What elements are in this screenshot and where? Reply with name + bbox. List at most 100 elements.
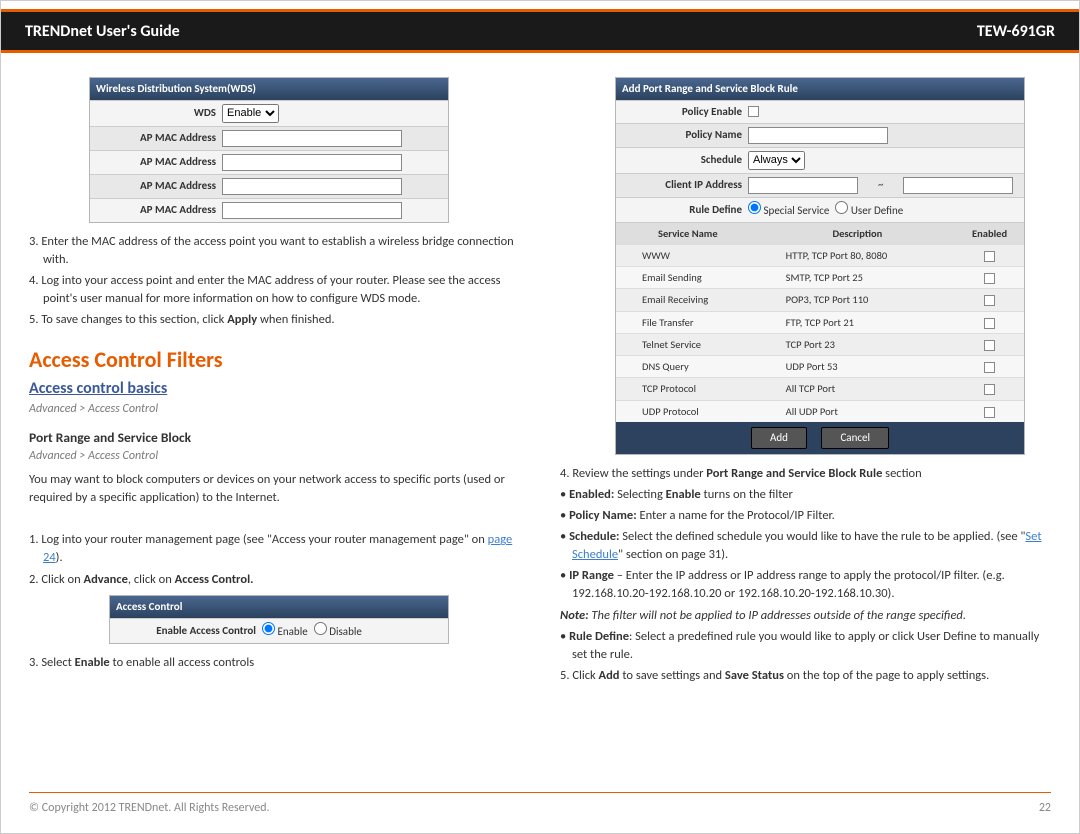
note-b: Note: xyxy=(560,608,589,623)
footer: © Copyright 2012 TRENDnet. All Rights Re… xyxy=(29,792,1051,815)
wds-label: WDS xyxy=(96,105,216,121)
right-column: Add Port Range and Service Block Rule Po… xyxy=(560,71,1051,688)
copyright: © Copyright 2012 TRENDnet. All Rights Re… xyxy=(29,801,270,815)
r-step4-pre: 4. Review the settings under xyxy=(560,466,706,481)
mac-input-1[interactable] xyxy=(222,130,402,147)
ac-enable-opt[interactable]: Enable xyxy=(262,622,308,640)
svc-name: Email Receiving xyxy=(616,289,760,311)
mac-input-4[interactable] xyxy=(222,202,402,219)
step-b2-b2: Access Control. xyxy=(175,572,254,587)
svc-checkbox[interactable] xyxy=(984,295,995,306)
mac-label-4: AP MAC Address xyxy=(96,202,216,218)
lbl-policy-name: Policy Name xyxy=(622,127,742,143)
r-step5-b2: Save Status xyxy=(725,668,784,683)
radio-user[interactable] xyxy=(835,201,848,214)
page-number: 22 xyxy=(1039,801,1051,815)
svc-desc: SMTP, TCP Port 25 xyxy=(760,267,955,289)
step-b1-post: ). xyxy=(56,550,63,565)
tilde: ~ xyxy=(864,177,897,193)
doc-model: TEW-691GR xyxy=(977,22,1055,41)
svc-checkbox[interactable] xyxy=(984,273,995,284)
svc-checkbox[interactable] xyxy=(984,318,995,329)
schedule-select[interactable]: Always xyxy=(748,151,805,170)
service-table: Service Name Description Enabled WWWHTTP… xyxy=(616,222,1024,422)
svc-checkbox[interactable] xyxy=(984,251,995,262)
radio-special[interactable] xyxy=(748,201,761,214)
policy-enable-checkbox[interactable] xyxy=(748,106,759,117)
bul-ip-b: IP Range xyxy=(569,568,614,583)
svc-checkbox[interactable] xyxy=(984,362,995,373)
bul-rule: • Rule Define: Select a predefined rule … xyxy=(560,628,1051,664)
bul-schedule: • Schedule: Select the defined schedule … xyxy=(560,528,1051,564)
ac-panel-header: Access Control xyxy=(110,596,448,618)
wds-panel-header: Wireless Distribution System(WDS) xyxy=(90,78,448,100)
svc-row: DNS QueryUDP Port 53 xyxy=(616,356,1024,378)
svc-desc: All UDP Port xyxy=(760,400,955,422)
bul-enabled-1: Selecting xyxy=(614,487,665,502)
step-b3-bold: Enable xyxy=(75,655,110,670)
wds-row: WDS Enable xyxy=(90,100,448,126)
svc-desc: TCP Port 23 xyxy=(760,333,955,355)
bul-ip: • IP Range – Enter the IP address or IP … xyxy=(560,567,1051,603)
step-b1-pre: 1. Log into your router management page … xyxy=(29,532,488,547)
svc-desc: All TCP Port xyxy=(760,378,955,400)
ac-disable-opt[interactable]: Disable xyxy=(314,622,362,640)
ip-from-input[interactable] xyxy=(748,177,858,194)
mac-row-2: AP MAC Address xyxy=(90,150,448,174)
mac-input-3[interactable] xyxy=(222,178,402,195)
ip-to-input[interactable] xyxy=(903,177,1013,194)
r-step5: 5. Click Add to save settings and Save S… xyxy=(560,667,1051,685)
svc-name: Email Sending xyxy=(616,267,760,289)
ac-disable-radio[interactable] xyxy=(314,622,327,635)
bul-enabled: • Enabled: Selecting Enable turns on the… xyxy=(560,486,1051,504)
opt-user[interactable]: User Define xyxy=(835,201,903,219)
crumb-2: Advanced > Access Control xyxy=(29,448,520,465)
cancel-button[interactable]: Cancel xyxy=(821,427,889,449)
r-step5-mid: to save settings and xyxy=(620,668,725,683)
r-step5-pre: 5. Click xyxy=(560,668,599,683)
svc-checkbox[interactable] xyxy=(984,340,995,351)
step-b1: 1. Log into your router management page … xyxy=(29,531,520,567)
bul-enabled-b2: Enable xyxy=(666,487,701,502)
add-button[interactable]: Add xyxy=(751,427,807,449)
note: Note: The filter will not be applied to … xyxy=(560,607,1051,625)
bul-enabled-b: Enabled: xyxy=(569,487,614,502)
mac-row-3: AP MAC Address xyxy=(90,174,448,198)
policy-name-input[interactable] xyxy=(748,127,888,144)
bul-rule-t: : Select a predefined rule you would lik… xyxy=(572,629,1039,662)
bul-policy: • Policy Name: Enter a name for the Prot… xyxy=(560,507,1051,525)
svc-checkbox[interactable] xyxy=(984,407,995,418)
ac-enable-radio[interactable] xyxy=(262,622,275,635)
footer-divider xyxy=(29,792,1051,793)
port-range-header: Add Port Range and Service Block Rule xyxy=(616,78,1024,100)
mac-label-1: AP MAC Address xyxy=(96,130,216,146)
ac-panel: Access Control Enable Access Control Ena… xyxy=(109,595,449,644)
step-b3-pre: 3. Select xyxy=(29,655,75,670)
svc-row: TCP ProtocolAll TCP Port xyxy=(616,378,1024,400)
svc-row: Email ReceivingPOP3, TCP Port 110 xyxy=(616,289,1024,311)
r-step4: 4. Review the settings under Port Range … xyxy=(560,465,1051,483)
ac-row: Enable Access Control Enable Disable xyxy=(110,618,448,643)
mac-input-2[interactable] xyxy=(222,154,402,171)
step-b3-post: to enable all access controls xyxy=(110,655,254,670)
lbl-schedule: Schedule xyxy=(622,152,742,168)
wds-select[interactable]: Enable xyxy=(222,104,279,123)
step-a3: 3. Enter the MAC address of the access p… xyxy=(29,233,520,269)
lbl-client-ip: Client IP Address xyxy=(622,177,742,193)
ac-disable-text: Disable xyxy=(329,625,362,638)
svc-row: Email SendingSMTP, TCP Port 25 xyxy=(616,267,1024,289)
r-step5-post: on the top of the page to apply settings… xyxy=(784,668,989,683)
mac-row-1: AP MAC Address xyxy=(90,126,448,150)
content-columns: Wireless Distribution System(WDS) WDS En… xyxy=(1,53,1079,688)
svc-name: TCP Protocol xyxy=(616,378,760,400)
svc-row: File TransferFTP, TCP Port 21 xyxy=(616,311,1024,333)
step-b3: 3. Select Enable to enable all access co… xyxy=(29,654,520,672)
opt-special[interactable]: Special Service xyxy=(748,201,829,219)
th-name: Service Name xyxy=(616,222,760,244)
r-step4-b: Port Range and Service Block Rule xyxy=(706,466,882,481)
ac-enable-text: Enable xyxy=(278,625,308,638)
opt-user-text: User Define xyxy=(851,204,903,217)
svc-checkbox[interactable] xyxy=(984,384,995,395)
left-column: Wireless Distribution System(WDS) WDS En… xyxy=(29,71,520,688)
button-row: Add Cancel xyxy=(616,422,1024,454)
